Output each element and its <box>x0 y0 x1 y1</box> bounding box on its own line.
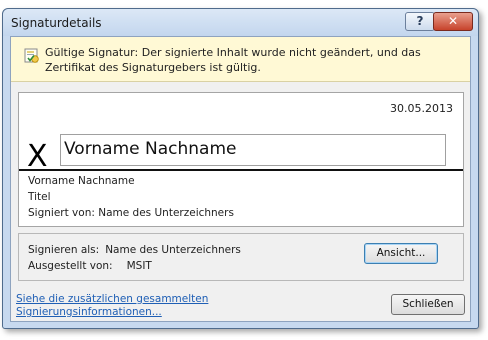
additional-info-link[interactable]: Siehe die zusätzlichen gesammelten Signi… <box>16 293 246 319</box>
issued-by-value: MSIT <box>126 260 152 272</box>
dialog-body: Gültige Signatur: Der signierte Inhalt w… <box>10 36 471 322</box>
window-title: Signaturdetails <box>11 16 102 30</box>
sign-as-row: Signieren als: Name des Unterzeichners <box>28 244 241 256</box>
close-window-button[interactable]: ✕ <box>433 12 473 31</box>
issued-by-row: Ausgestellt von: MSIT <box>28 260 152 272</box>
signed-by-label: Signiert von: <box>28 207 95 219</box>
validity-info-bar: Gültige Signatur: Der signierte Inhalt w… <box>11 37 470 82</box>
validity-message: Gültige Signatur: Der signierte Inhalt w… <box>45 46 421 74</box>
help-button[interactable]: ? <box>405 12 435 31</box>
signature-name-box: Vorname Nachname <box>60 134 446 166</box>
certificate-valid-icon <box>24 48 39 63</box>
signer-info-panel: Signieren als: Name des Unterzeichners Au… <box>18 233 464 281</box>
view-certificate-button[interactable]: Ansicht... <box>364 243 438 264</box>
signer-name: Vorname Nachname <box>28 175 135 187</box>
signature-name-box-text: Vorname Nachname <box>64 139 237 159</box>
signature-details-dialog: Signaturdetails ? ✕ Gültige Signatur: De… <box>2 8 479 329</box>
title-bar[interactable]: Signaturdetails ? ✕ <box>3 9 478 36</box>
signed-by-row: Signiert von: Name des Unterzeichners <box>28 207 234 219</box>
signature-date: 30.05.2013 <box>390 102 453 115</box>
signer-title: Titel <box>28 191 51 203</box>
issued-by-label: Ausgestellt von: <box>28 260 113 272</box>
signed-by-value: Name des Unterzeichners <box>98 207 234 219</box>
sign-as-value: Name des Unterzeichners <box>105 244 241 256</box>
sign-as-label: Signieren als: <box>28 244 100 256</box>
signature-preview-panel: 30.05.2013 X Vorname Nachname Vorname Na… <box>18 92 464 227</box>
signature-line <box>19 169 463 171</box>
close-button[interactable]: Schließen <box>391 294 465 315</box>
